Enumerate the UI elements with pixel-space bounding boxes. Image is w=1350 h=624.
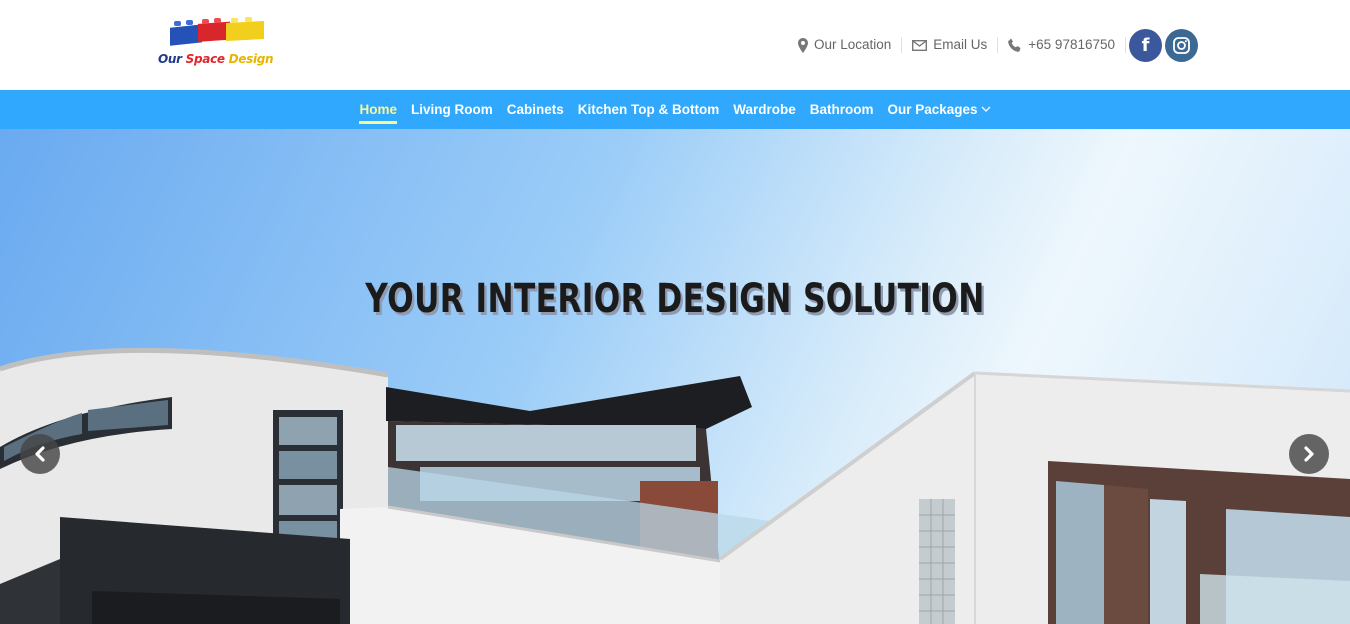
chevron-left-icon	[35, 446, 45, 462]
slider-next-button[interactable]	[1289, 434, 1329, 474]
site-header: Our Space Design Our Location Email Us +…	[0, 0, 1350, 90]
nav-item-cabinets[interactable]: Cabinets	[507, 102, 564, 117]
envelope-icon	[912, 39, 928, 51]
phone-link[interactable]: +65 97816750	[998, 37, 1126, 53]
slider-prev-button[interactable]	[20, 434, 60, 474]
email-link[interactable]: Email Us	[902, 37, 999, 53]
chevron-down-icon	[981, 106, 991, 113]
location-link[interactable]: Our Location	[788, 37, 903, 53]
email-label: Email Us	[933, 37, 988, 52]
phone-number: +65 97816750	[1028, 37, 1115, 52]
logo-wordmark: Our Space Design	[158, 52, 274, 66]
phone-icon	[1008, 38, 1022, 52]
nav-item-home[interactable]: Home	[359, 102, 397, 124]
facebook-button[interactable]: f	[1129, 28, 1162, 62]
nav-item-wardrobe[interactable]: Wardrobe	[733, 102, 796, 117]
nav-item-kitchen[interactable]: Kitchen Top & Bottom	[578, 102, 719, 117]
location-label: Our Location	[813, 37, 892, 52]
instagram-button[interactable]	[1165, 28, 1198, 62]
hero-title: YOUR INTERIOR DESIGN SOLUTION	[365, 276, 985, 322]
nav-item-living-room[interactable]: Living Room	[411, 102, 493, 117]
chevron-right-icon	[1304, 446, 1314, 462]
hero-slider: YOUR INTERIOR DESIGN SOLUTION	[0, 129, 1350, 624]
instagram-icon	[1173, 36, 1190, 54]
nav-item-our-packages[interactable]: Our Packages	[887, 102, 991, 117]
hero-building-image	[0, 347, 1350, 624]
site-logo[interactable]: Our Space Design	[156, 16, 282, 72]
header-contact: Our Location Email Us +65 97816750 f	[788, 27, 1198, 63]
nav-item-bathroom[interactable]: Bathroom	[810, 102, 874, 117]
map-pin-icon	[797, 37, 808, 53]
facebook-icon: f	[1141, 34, 1150, 56]
main-nav: Home Living Room Cabinets Kitchen Top & …	[0, 90, 1350, 129]
lego-bricks-icon	[170, 17, 264, 46]
